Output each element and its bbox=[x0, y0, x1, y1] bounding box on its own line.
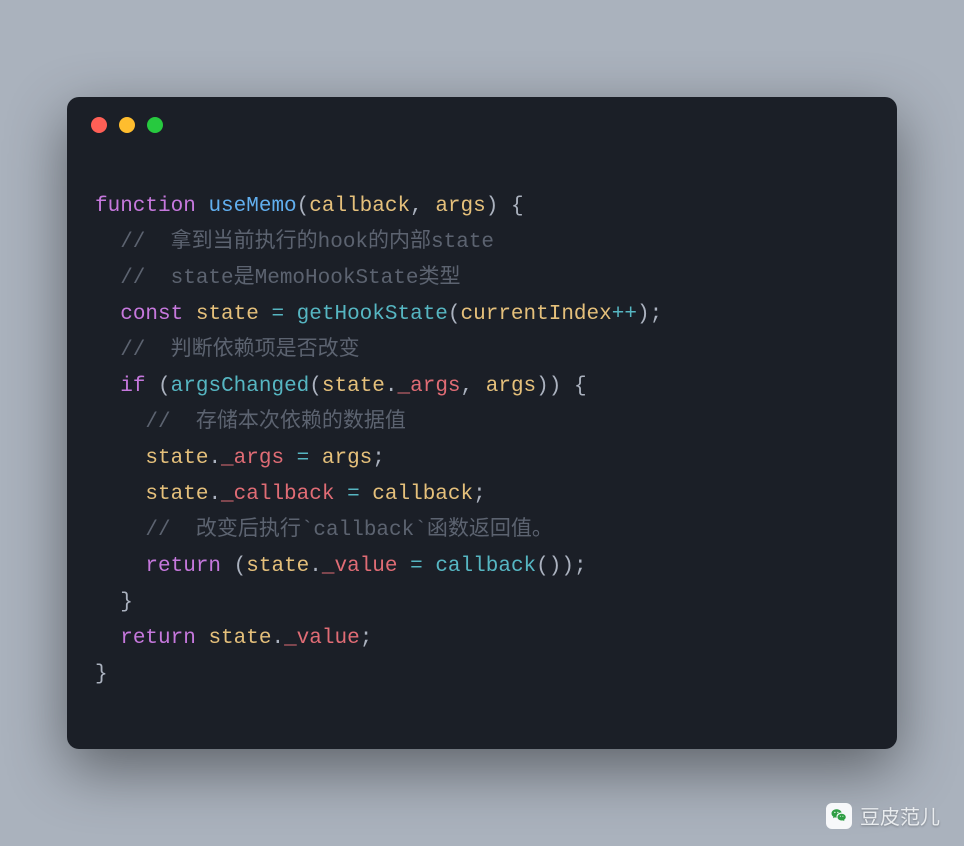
comment: // 拿到当前执行的hook的内部state bbox=[95, 231, 494, 254]
identifier: state bbox=[145, 483, 208, 506]
punct: ( bbox=[221, 555, 246, 578]
property: _args bbox=[398, 375, 461, 398]
comment: // 改变后执行`callback`函数返回值。 bbox=[95, 519, 553, 542]
punct: ; bbox=[360, 627, 373, 650]
watermark: 豆皮范儿 bbox=[826, 801, 940, 830]
punct: } bbox=[95, 591, 133, 614]
stage: function useMemo(callback, args) { // 拿到… bbox=[0, 0, 964, 846]
punct: . bbox=[309, 555, 322, 578]
punct: . bbox=[208, 483, 221, 506]
comment: // state是MemoHookState类型 bbox=[95, 267, 460, 290]
punct: . bbox=[271, 627, 284, 650]
call: getHookState bbox=[297, 303, 448, 326]
punct: ) bbox=[536, 375, 549, 398]
watermark-label: 豆皮范儿 bbox=[860, 801, 940, 830]
keyword: return bbox=[120, 627, 196, 650]
indent bbox=[95, 555, 145, 578]
punct: , bbox=[461, 375, 486, 398]
code-window: function useMemo(callback, args) { // 拿到… bbox=[67, 97, 897, 749]
property: _callback bbox=[221, 483, 334, 506]
indent bbox=[95, 303, 120, 326]
operator: = bbox=[334, 483, 372, 506]
window-titlebar bbox=[67, 97, 897, 153]
function-name: useMemo bbox=[208, 195, 296, 218]
traffic-light-zoom-icon bbox=[147, 117, 163, 133]
keyword: if bbox=[120, 375, 145, 398]
punct: ); bbox=[637, 303, 662, 326]
punct: )); bbox=[549, 555, 587, 578]
identifier: state bbox=[322, 375, 385, 398]
comment: // 存储本次依赖的数据值 bbox=[95, 411, 406, 434]
call: argsChanged bbox=[171, 375, 310, 398]
operator: = bbox=[259, 303, 297, 326]
keyword: return bbox=[145, 555, 221, 578]
property: _args bbox=[221, 447, 284, 470]
indent bbox=[95, 447, 145, 470]
punct: ( bbox=[448, 303, 461, 326]
operator: = bbox=[284, 447, 322, 470]
punct: ( bbox=[297, 195, 310, 218]
indent bbox=[95, 627, 120, 650]
punct: ; bbox=[473, 483, 486, 506]
punct: ( bbox=[536, 555, 549, 578]
punct: ( bbox=[309, 375, 322, 398]
punct: ) { bbox=[486, 195, 524, 218]
identifier: args bbox=[322, 447, 372, 470]
property: _value bbox=[284, 627, 360, 650]
identifier: args bbox=[486, 375, 536, 398]
operator: ++ bbox=[612, 303, 637, 326]
punct bbox=[196, 627, 209, 650]
traffic-light-close-icon bbox=[91, 117, 107, 133]
identifier: state bbox=[196, 303, 259, 326]
identifier: state bbox=[246, 555, 309, 578]
wechat-icon bbox=[826, 803, 852, 829]
identifier: callback bbox=[372, 483, 473, 506]
indent bbox=[95, 483, 145, 506]
identifier: state bbox=[208, 627, 271, 650]
indent bbox=[95, 375, 120, 398]
property: _value bbox=[322, 555, 398, 578]
identifier: state bbox=[145, 447, 208, 470]
keyword: function bbox=[95, 195, 196, 218]
keyword: const bbox=[120, 303, 183, 326]
operator: = bbox=[398, 555, 436, 578]
punct: ( bbox=[145, 375, 170, 398]
punct: , bbox=[410, 195, 435, 218]
punct: . bbox=[208, 447, 221, 470]
comment: // 判断依赖项是否改变 bbox=[95, 339, 360, 362]
identifier: currentIndex bbox=[461, 303, 612, 326]
punct: . bbox=[385, 375, 398, 398]
call: callback bbox=[435, 555, 536, 578]
param: callback bbox=[309, 195, 410, 218]
punct: ; bbox=[372, 447, 385, 470]
traffic-light-minimize-icon bbox=[119, 117, 135, 133]
punct: } bbox=[95, 663, 108, 686]
param: args bbox=[435, 195, 485, 218]
code-block: function useMemo(callback, args) { // 拿到… bbox=[67, 153, 897, 749]
punct: ) { bbox=[549, 375, 587, 398]
